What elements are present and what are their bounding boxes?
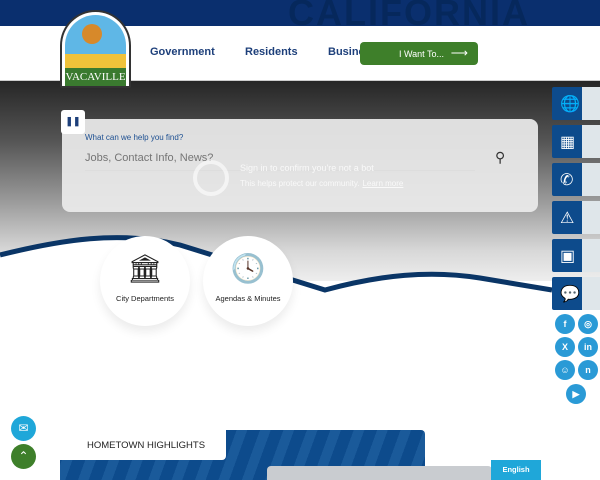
- arrow-right-icon: ⟶: [450, 46, 468, 60]
- agendas-minutes-link[interactable]: 🕓 Agendas & Minutes: [203, 236, 293, 326]
- bus-icon: ▣: [560, 248, 576, 265]
- i-want-to-label: I Want To...: [399, 49, 445, 59]
- bot-check-title: Sign in to confirm you're not a bot: [240, 163, 374, 173]
- app-icon[interactable]: ☺: [555, 360, 575, 380]
- alert-icon: ⚠: [560, 210, 575, 227]
- chevron-up-icon: ⌃: [18, 449, 29, 463]
- sun-icon: [82, 24, 102, 44]
- wave-divider: [0, 235, 600, 300]
- envelope-icon: ✉: [18, 421, 29, 435]
- youtube-icon[interactable]: ▶: [566, 384, 586, 404]
- bot-check-text: This helps protect our community. Learn m…: [240, 179, 403, 188]
- california-watermark: CALIFORNIA: [288, 0, 530, 26]
- contact-icon: ✆: [560, 172, 574, 189]
- contact-button[interactable]: ✆: [552, 163, 600, 196]
- nav-government[interactable]: Government: [150, 46, 215, 58]
- vacaville-logo[interactable]: VACAVILLE: [60, 10, 131, 88]
- nav-residents[interactable]: Residents: [245, 46, 298, 58]
- instagram-icon[interactable]: ◎: [578, 314, 598, 334]
- calendar-button[interactable]: ▦: [552, 125, 600, 158]
- i-want-to-button[interactable]: I Want To... ⟶: [360, 42, 478, 65]
- clock-person-icon: 🕓: [230, 253, 266, 284]
- calendar-icon: ▦: [560, 134, 576, 151]
- nextdoor-icon[interactable]: n: [578, 360, 598, 380]
- city-departments-link[interactable]: 🏛 City Departments: [100, 236, 190, 326]
- language-selector[interactable]: English: [491, 460, 541, 480]
- pause-button[interactable]: ❚❚: [61, 110, 85, 134]
- feedback-button[interactable]: 💬: [552, 277, 600, 310]
- city-hall-icon: 🏛: [127, 253, 163, 284]
- learn-more-link[interactable]: Learn more: [362, 179, 403, 188]
- linkedin-icon[interactable]: in: [578, 337, 598, 357]
- news-button[interactable]: 🌐: [552, 87, 600, 120]
- city-departments-label: City Departments: [116, 294, 174, 303]
- search-icon[interactable]: ⚲: [495, 149, 505, 166]
- search-label: What can we help you find?: [85, 133, 184, 142]
- email-button[interactable]: ✉: [11, 416, 36, 441]
- loading-spinner-icon: [193, 160, 229, 196]
- highlight-photo[interactable]: [267, 466, 492, 480]
- agendas-minutes-label: Agendas & Minutes: [215, 294, 281, 303]
- bot-check-desc: This helps protect our community.: [240, 179, 360, 188]
- transit-button[interactable]: ▣: [552, 239, 600, 272]
- back-to-top-button[interactable]: ⌃: [11, 444, 36, 469]
- news-icon: 🌐: [560, 96, 580, 113]
- facebook-icon[interactable]: f: [555, 314, 575, 334]
- feedback-icon: 💬: [560, 286, 580, 303]
- alert-button[interactable]: ⚠: [552, 201, 600, 234]
- hometown-highlights-title: HOMETOWN HIGHLIGHTS: [60, 430, 226, 460]
- logo-text: VACAVILLE: [65, 68, 126, 86]
- x-icon[interactable]: X: [555, 337, 575, 357]
